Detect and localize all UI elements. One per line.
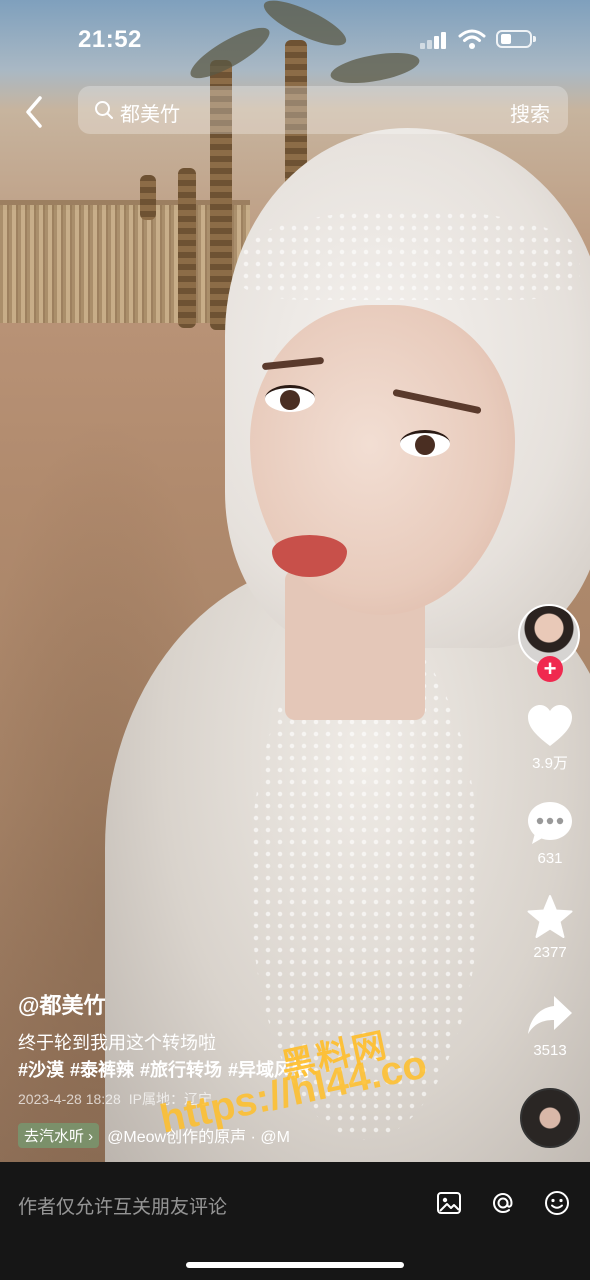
favorite-count: 2377: [533, 944, 567, 961]
search-query-text[interactable]: 都美竹: [120, 98, 180, 127]
comment-input[interactable]: 作者仅允许互关朋友评论: [18, 1192, 227, 1219]
status-time: 21:52: [78, 26, 142, 53]
pearl-embroidery: [240, 210, 580, 300]
hashtag[interactable]: #沙漠: [18, 1060, 64, 1080]
star-icon: [527, 895, 573, 938]
eye: [265, 385, 315, 412]
post-date: 2023-4-28 18:28: [18, 1091, 121, 1107]
heart-icon: [528, 705, 572, 746]
comment-bar: 作者仅允许互关朋友评论: [0, 1162, 590, 1280]
comment-bubble-icon: [528, 802, 572, 844]
status-bar: 21:52: [0, 0, 590, 80]
emoji-icon[interactable]: [543, 1189, 571, 1217]
home-indicator[interactable]: [186, 1262, 404, 1268]
follow-plus-button[interactable]: +: [537, 656, 563, 682]
like-count: 3.9万: [532, 755, 568, 772]
open-in-app-tag[interactable]: 去汽水听 ›: [18, 1122, 100, 1148]
hashtag[interactable]: #泰裤辣: [70, 1060, 134, 1080]
video-description: 终于轮到我用这个转场啦: [18, 1033, 216, 1053]
search-button[interactable]: 搜索: [510, 98, 550, 127]
mention-icon[interactable]: [489, 1189, 517, 1217]
image-icon[interactable]: [435, 1189, 463, 1217]
author-name[interactable]: @都美竹: [18, 988, 105, 1020]
back-arrow-icon[interactable]: [20, 92, 50, 132]
palm-trunk: [140, 175, 156, 220]
video-screen[interactable]: 21:52 都美竹 搜索 + 3.9万 631 2377 3513 @都美竹 终…: [0, 0, 590, 1280]
share-button[interactable]: 3513: [520, 994, 580, 1059]
palm-trunk: [178, 168, 196, 328]
share-arrow-icon: [528, 996, 572, 1034]
comment-button[interactable]: 631: [520, 800, 580, 867]
music-row[interactable]: 去汽水听 › @Meow创作的原声 · @M: [18, 1122, 290, 1148]
battery-icon: [496, 30, 536, 48]
comment-count: 631: [537, 850, 563, 867]
like-button[interactable]: 3.9万: [520, 704, 580, 773]
eye: [400, 430, 450, 457]
music-disc[interactable]: [520, 1088, 580, 1148]
share-count: 3513: [533, 1042, 567, 1059]
wifi-icon: [458, 29, 486, 49]
hashtag[interactable]: #旅行转场: [140, 1060, 222, 1080]
search-icon: [95, 101, 113, 119]
favorite-button[interactable]: 2377: [520, 894, 580, 961]
cellular-signal-icon: [420, 31, 450, 49]
search-bar[interactable]: 都美竹 搜索: [78, 86, 568, 134]
